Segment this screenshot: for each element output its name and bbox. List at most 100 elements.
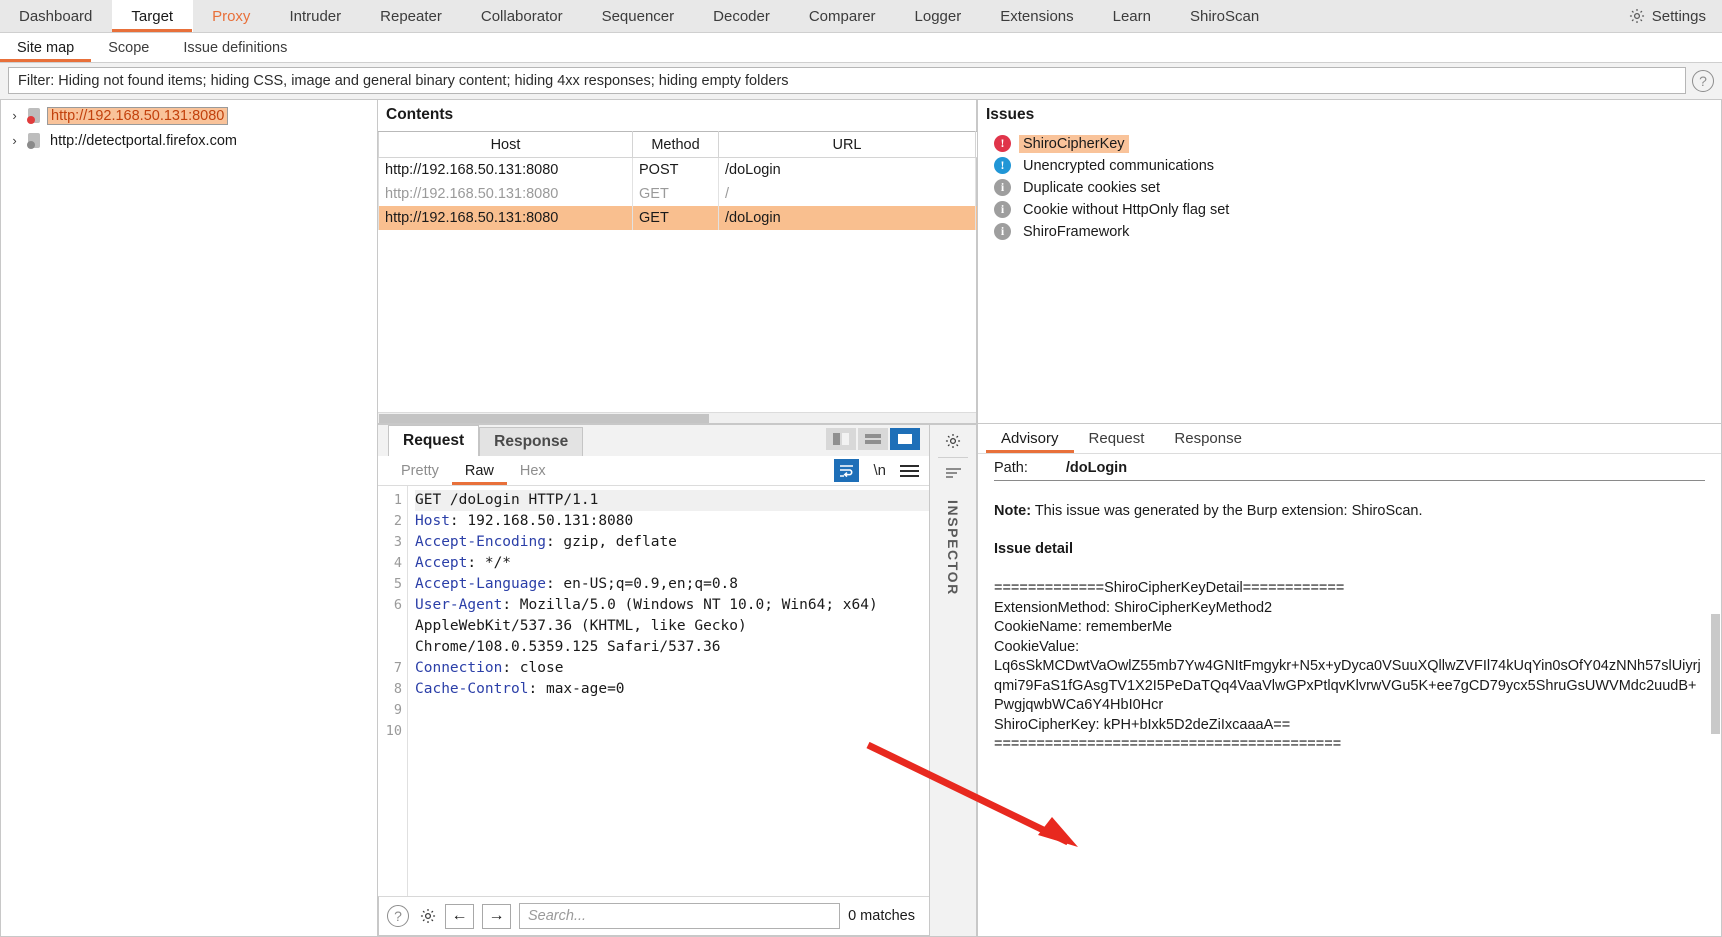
request-editor[interactable]: 123456 7 8 9 10 GET /doLogin HTTP/1.1 Host: …: [378, 486, 929, 896]
tab-raw[interactable]: Raw: [452, 456, 507, 485]
collapse-panel-icon[interactable]: [945, 467, 962, 484]
tab-advisory-label: Advisory: [1001, 430, 1059, 447]
single-pane-icon[interactable]: [890, 428, 920, 450]
tab-response[interactable]: Response: [479, 427, 584, 456]
column-header-url[interactable]: URL: [718, 131, 976, 158]
tree-node-host-1[interactable]: › http://192.168.50.131:8080: [1, 103, 377, 128]
sub-tab-site-map[interactable]: Site map: [0, 33, 91, 62]
format-tab-bar: Pretty Raw Hex \n: [378, 456, 929, 486]
issue-label: Duplicate cookies set: [1023, 179, 1161, 196]
issues-list[interactable]: ! ShiroCipherKey ! Unencrypted communica…: [978, 131, 1721, 243]
question-mark-icon[interactable]: ?: [1692, 69, 1714, 92]
tab-intruder[interactable]: Intruder: [270, 0, 361, 32]
tab-target[interactable]: Target: [112, 0, 194, 32]
tab-advisory-response[interactable]: Response: [1159, 424, 1257, 453]
tab-extensions[interactable]: Extensions: [981, 0, 1093, 32]
cell-url: /: [718, 181, 976, 206]
sub-tab-scope-label: Scope: [108, 39, 150, 56]
table-row[interactable]: http://192.168.50.131:8080 POST /doLogin…: [378, 157, 1054, 182]
list-item[interactable]: ! Unencrypted communications: [994, 155, 1721, 176]
header-name-host: Host: [415, 513, 450, 529]
list-item[interactable]: ! ShiroCipherKey: [994, 133, 1721, 154]
tree-node-host-2[interactable]: › http://detectportal.firefox.com: [1, 128, 377, 153]
gear-icon[interactable]: [419, 907, 437, 925]
tab-proxy[interactable]: Proxy: [193, 0, 270, 32]
right-column: Issues ! ShiroCipherKey ! Unencrypted co…: [977, 99, 1722, 937]
advisory-note-text: This issue was generated by the Burp ext…: [1031, 503, 1423, 519]
newline-toggle[interactable]: \n: [873, 462, 886, 479]
contents-horizontal-scrollbar[interactable]: [378, 412, 976, 423]
tab-advisory-request-label: Request: [1088, 430, 1145, 447]
severity-high-icon: !: [994, 135, 1011, 152]
advisory-note: Note: This issue was generated by the Bu…: [994, 503, 1705, 519]
tab-decoder-label: Decoder: [713, 7, 770, 25]
search-placeholder: Search...: [528, 908, 587, 924]
table-row[interactable]: http://192.168.50.131:8080 GET /: [378, 181, 1054, 206]
tab-learn-label: Learn: [1112, 7, 1151, 25]
tab-bar-spacer: [1279, 0, 1618, 32]
list-item[interactable]: i Cookie without HttpOnly flag set: [994, 199, 1721, 220]
tab-hex[interactable]: Hex: [507, 456, 559, 485]
gear-icon[interactable]: [944, 432, 962, 450]
sub-tab-issue-definitions[interactable]: Issue definitions: [166, 33, 304, 62]
advisory-path-key: Path:: [994, 460, 1028, 476]
column-header-host[interactable]: Host: [378, 131, 633, 158]
list-item[interactable]: i ShiroFramework: [994, 221, 1721, 242]
format-bar-actions: \n: [834, 459, 919, 482]
search-next-button[interactable]: →: [482, 903, 511, 929]
tab-decoder[interactable]: Decoder: [694, 0, 790, 32]
inspector-panel[interactable]: INSPECTOR: [929, 424, 977, 937]
contents-panel: Contents Host Method URL Params Status^: [377, 99, 1105, 424]
tab-learn[interactable]: Learn: [1094, 0, 1171, 32]
split-vertical-icon[interactable]: [826, 428, 856, 450]
contents-table[interactable]: Host Method URL Params Status^ http://19…: [378, 131, 1105, 230]
request-raw-content[interactable]: GET /doLogin HTTP/1.1 Host: 192.168.50.13…: [408, 486, 929, 896]
word-wrap-icon[interactable]: [834, 459, 860, 482]
tab-shiroscan[interactable]: ShiroScan: [1171, 0, 1279, 32]
tab-advisory[interactable]: Advisory: [986, 424, 1074, 453]
search-previous-button[interactable]: ←: [445, 903, 474, 929]
issue-detail-heading: Issue detail: [994, 541, 1073, 557]
filter-bar[interactable]: Filter: Hiding not found items; hiding C…: [8, 67, 1686, 94]
list-item[interactable]: i Duplicate cookies set: [994, 177, 1721, 198]
column-header-method[interactable]: Method: [632, 131, 719, 158]
header-name-cache-control: Cache-Control: [415, 681, 529, 697]
site-map-tree[interactable]: › http://192.168.50.131:8080 › http://de…: [0, 99, 377, 937]
tab-target-label: Target: [131, 7, 174, 25]
split-horizontal-icon[interactable]: [858, 428, 888, 450]
tree-node-host-2-label: http://detectportal.firefox.com: [50, 132, 237, 149]
chevron-right-icon[interactable]: ›: [7, 133, 22, 148]
contents-table-header-row: Host Method URL Params Status^: [378, 131, 1105, 158]
tab-repeater[interactable]: Repeater: [361, 0, 462, 32]
chevron-right-icon[interactable]: ›: [7, 108, 22, 123]
contents-title: Contents: [386, 106, 454, 123]
advisory-vertical-scrollbar[interactable]: [1711, 614, 1720, 734]
settings-button[interactable]: Settings: [1618, 0, 1722, 32]
scrollbar-thumb[interactable]: [379, 414, 709, 423]
search-input[interactable]: Search...: [519, 903, 841, 929]
tab-request[interactable]: Request: [388, 425, 480, 456]
center-column: Contents Host Method URL Params Status^: [377, 99, 1105, 937]
advisory-note-key: Note:: [994, 503, 1032, 519]
tab-comparer[interactable]: Comparer: [790, 0, 896, 32]
header-name-accept: Accept: [415, 555, 468, 571]
issue-detail-text: =============ShiroCipherKeyDetail=======…: [994, 580, 1701, 752]
table-row[interactable]: http://192.168.50.131:8080 GET /doLogin: [378, 205, 1054, 230]
tab-logger[interactable]: Logger: [896, 0, 982, 32]
severity-info-gray-icon: i: [994, 201, 1011, 218]
tab-pretty[interactable]: Pretty: [388, 456, 452, 485]
question-mark-icon[interactable]: ?: [387, 905, 409, 927]
hamburger-menu-icon[interactable]: [900, 464, 919, 477]
tab-dashboard[interactable]: Dashboard: [0, 0, 112, 32]
advisory-content[interactable]: Path: /doLogin Note: This issue was gene…: [978, 454, 1721, 936]
gear-icon: [1628, 7, 1646, 25]
message-editor-panel: Request Response Pretty Raw Hex \n 1 2 3…: [377, 424, 977, 937]
tab-collaborator[interactable]: Collaborator: [462, 0, 583, 32]
tab-sequencer[interactable]: Sequencer: [583, 0, 695, 32]
cell-method: GET: [632, 205, 719, 230]
tab-advisory-request[interactable]: Request: [1074, 424, 1160, 453]
tab-shiroscan-label: ShiroScan: [1190, 7, 1260, 25]
sub-tab-scope[interactable]: Scope: [91, 33, 166, 62]
host-icon: [27, 132, 42, 149]
sub-tab-issue-definitions-label: Issue definitions: [183, 39, 288, 56]
